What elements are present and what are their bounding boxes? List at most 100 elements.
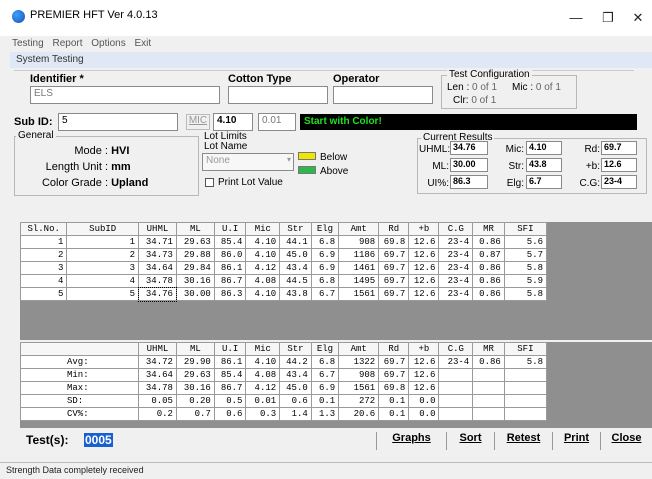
mic-value-field[interactable]: 4.10 bbox=[213, 113, 253, 131]
table-cell: 6.7 bbox=[310, 287, 340, 301]
summary-label: Max: bbox=[20, 381, 139, 395]
results-header-cell[interactable]: U.I bbox=[213, 222, 247, 236]
table-cell: 4.10 bbox=[245, 248, 281, 262]
panel-title: System Testing bbox=[10, 52, 652, 68]
print-lot-label: Print Lot Value bbox=[218, 177, 283, 188]
print-button[interactable]: Print bbox=[552, 432, 600, 450]
summary-cell: 69.7 bbox=[378, 355, 410, 369]
sub-id-field[interactable]: 5 bbox=[58, 113, 178, 131]
uhml-label: UHML: bbox=[419, 144, 451, 155]
menu-exit[interactable]: Exit bbox=[135, 38, 152, 49]
table-cell: 30.00 bbox=[175, 287, 215, 301]
table-row[interactable]: 3 3 34.64 29.84 86.1 4.12 43.4 6.9 1461 69.7 12.6 2… bbox=[19, 261, 548, 275]
summary-label: CV%: bbox=[20, 407, 139, 421]
summary-cell: 4.10 bbox=[245, 355, 281, 369]
results-header-cell[interactable]: Str bbox=[279, 222, 312, 236]
table-cell: 4.08 bbox=[245, 274, 281, 288]
table-row[interactable]: 2 2 34.73 29.88 86.0 4.10 45.0 6.9 1186 69.7 12.6 2… bbox=[19, 248, 548, 262]
table-cell: 12.6 bbox=[408, 235, 440, 249]
summary-cell: 1561 bbox=[338, 381, 380, 395]
summary-cell: 6.8 bbox=[310, 355, 340, 369]
table-cell: 86.0 bbox=[213, 248, 247, 262]
lot-name-select[interactable]: None ▾ bbox=[202, 153, 294, 171]
summary-cell bbox=[503, 381, 548, 395]
summary-row: SD: 0.05 0.20 0.5 0.01 0.6 0.1 272 0.1 0.0 bbox=[20, 394, 548, 408]
summary-header-cell: Rd bbox=[378, 342, 410, 356]
table-row[interactable]: 4 4 34.78 30.16 86.7 4.08 44.5 6.8 1495 69.7 12.6 2… bbox=[19, 274, 548, 288]
operator-field[interactable] bbox=[333, 86, 433, 104]
table-cell: 5 bbox=[66, 287, 139, 301]
summary-cell: 0.05 bbox=[138, 394, 177, 408]
summary-row: Avg: 34.72 29.90 86.1 4.10 44.2 6.8 1322 69.7 12.… bbox=[20, 355, 548, 369]
table-cell: 5.9 bbox=[503, 274, 548, 288]
chevron-down-icon[interactable]: ▾ bbox=[287, 155, 291, 164]
general-title: General bbox=[16, 130, 56, 141]
table-cell: 0.86 bbox=[472, 235, 505, 249]
table-cell: 30.16 bbox=[175, 274, 215, 288]
summary-header-cell: +b bbox=[408, 342, 440, 356]
table-cell: 34.76 bbox=[137, 286, 178, 302]
summary-cell: 4.12 bbox=[245, 381, 281, 395]
table-cell: 4 bbox=[66, 274, 139, 288]
results-header-cell[interactable]: C.G bbox=[438, 222, 474, 236]
summary-row: Max: 34.78 30.16 86.7 4.12 45.0 6.9 1561 69.8 12.… bbox=[20, 381, 548, 395]
identifier-field[interactable]: ELS bbox=[30, 86, 220, 104]
close-window-button[interactable]: ✕ bbox=[628, 10, 648, 26]
summary-cell bbox=[438, 407, 474, 421]
elg-value: 6.7 bbox=[526, 175, 562, 189]
mic-tolerance-field[interactable]: 0.01 bbox=[258, 113, 296, 131]
summary-header-cell: U.I bbox=[213, 342, 247, 356]
results-header-cell[interactable]: +b bbox=[408, 222, 440, 236]
restore-button[interactable]: ❐ bbox=[598, 10, 618, 26]
table-cell: 45.0 bbox=[279, 248, 312, 262]
summary-label: Avg: bbox=[20, 355, 139, 369]
results-header-cell[interactable]: SFI bbox=[503, 222, 548, 236]
close-button[interactable]: Close bbox=[600, 432, 652, 450]
elg-label: Elg: bbox=[506, 178, 524, 189]
table-cell: 4.12 bbox=[245, 261, 281, 275]
test-config-title: Test Configuration bbox=[447, 69, 532, 80]
summary-cell: 85.4 bbox=[213, 368, 247, 382]
summary-cell: 12.6 bbox=[408, 381, 440, 395]
table-cell: 86.7 bbox=[213, 274, 247, 288]
results-header-cell[interactable]: Elg bbox=[310, 222, 340, 236]
results-header-cell[interactable]: UHML bbox=[138, 222, 177, 236]
table-cell: 5.6 bbox=[503, 235, 548, 249]
status-message: Start with Color! bbox=[300, 114, 637, 130]
results-header-cell[interactable]: Mic bbox=[245, 222, 281, 236]
table-cell: 1 bbox=[66, 235, 139, 249]
results-header-cell[interactable]: ML bbox=[175, 222, 215, 236]
table-cell: 4.10 bbox=[245, 287, 281, 301]
table-cell: 23-4 bbox=[438, 261, 474, 275]
summary-header-cell bbox=[20, 342, 139, 356]
menu-options[interactable]: Options bbox=[91, 38, 125, 49]
print-lot-checkbox[interactable] bbox=[205, 178, 214, 187]
above-label: Above bbox=[320, 166, 349, 177]
summary-cell: 45.0 bbox=[279, 381, 312, 395]
retest-button[interactable]: Retest bbox=[494, 432, 552, 450]
results-header-cell[interactable]: Amt bbox=[338, 222, 380, 236]
table-row[interactable]: 5 5 34.76 30.00 86.3 4.10 43.8 6.7 1561 69.7 12.6 2… bbox=[19, 286, 548, 302]
results-header-cell[interactable]: Sl.No. bbox=[19, 222, 68, 236]
summary-cell: 29.90 bbox=[175, 355, 215, 369]
mic-button[interactable]: MIC bbox=[186, 114, 210, 130]
menu-testing[interactable]: Testing bbox=[12, 38, 44, 49]
table-row[interactable]: 1 1 34.71 29.63 85.4 4.10 44.1 6.8 908 69.8 12.6 23… bbox=[19, 235, 548, 249]
table-cell: 29.63 bbox=[175, 235, 215, 249]
sort-button[interactable]: Sort bbox=[446, 432, 494, 450]
minimize-button[interactable]: — bbox=[566, 10, 586, 25]
summary-cell: 1322 bbox=[338, 355, 380, 369]
summary-cell: 0.20 bbox=[175, 394, 215, 408]
tests-label: Test(s): bbox=[26, 433, 69, 447]
results-header-cell[interactable]: MR bbox=[472, 222, 505, 236]
table-cell: 0.86 bbox=[472, 274, 505, 288]
summary-cell bbox=[472, 368, 505, 382]
str-label: Str: bbox=[508, 161, 524, 172]
menu-report[interactable]: Report bbox=[52, 38, 82, 49]
cotton-type-field[interactable] bbox=[228, 86, 328, 104]
results-header-cell[interactable]: Rd bbox=[378, 222, 410, 236]
graphs-button[interactable]: Graphs bbox=[376, 432, 446, 450]
table-cell: 69.7 bbox=[378, 274, 410, 288]
results-header-cell[interactable]: SubID bbox=[66, 222, 139, 236]
summary-header-cell: Str bbox=[279, 342, 312, 356]
